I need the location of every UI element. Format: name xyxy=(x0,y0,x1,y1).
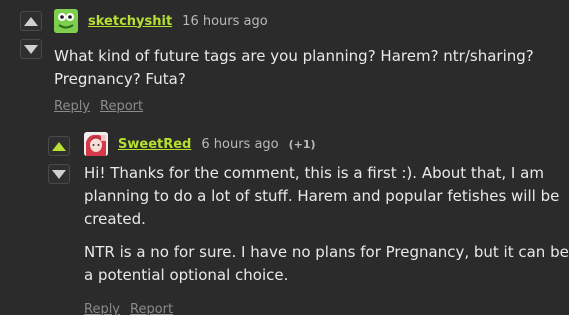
downvote-icon xyxy=(24,44,38,54)
score-badge: (+1) xyxy=(288,137,316,151)
comment-paragraph: Hi! Thanks for the comment, this is a fi… xyxy=(84,164,560,228)
reply-link[interactable]: Reply xyxy=(54,99,90,114)
comment-timestamp: 16 hours ago xyxy=(182,13,268,29)
report-link[interactable]: Report xyxy=(130,302,173,315)
reply-link[interactable]: Reply xyxy=(84,302,120,315)
upvote-button[interactable] xyxy=(48,136,70,156)
comment-body: What kind of future tags are you plannin… xyxy=(54,45,559,101)
anime-girl-avatar-icon[interactable] xyxy=(84,132,108,156)
upvote-icon xyxy=(24,16,38,26)
username-link[interactable]: SweetRed xyxy=(118,137,191,152)
vote-controls xyxy=(48,136,72,184)
upvote-icon xyxy=(52,141,66,151)
username-link[interactable]: sketchyshit xyxy=(88,14,172,29)
comment-timestamp: 6 hours ago xyxy=(201,136,279,152)
comment-thread: sketchyshit 16 hours ago What kind of fu… xyxy=(0,0,569,315)
upvote-button[interactable] xyxy=(20,11,42,31)
comment-header: SweetRed 6 hours ago (+1) xyxy=(84,132,316,156)
comment-header: sketchyshit 16 hours ago xyxy=(54,9,268,33)
comment-actions: Reply Report xyxy=(84,302,173,315)
comment-paragraph: What kind of future tags are you plannin… xyxy=(54,47,534,88)
downvote-icon xyxy=(52,169,66,179)
vote-controls xyxy=(20,11,44,59)
comment-paragraph: NTR is a no for sure. I have no plans fo… xyxy=(84,243,569,284)
comment-body: Hi! Thanks for the comment, this is a fi… xyxy=(84,162,569,297)
downvote-button[interactable] xyxy=(20,39,42,59)
report-link[interactable]: Report xyxy=(100,99,143,114)
downvote-button[interactable] xyxy=(48,164,70,184)
comment-actions: Reply Report xyxy=(54,99,143,114)
frog-avatar-icon[interactable] xyxy=(54,9,78,33)
